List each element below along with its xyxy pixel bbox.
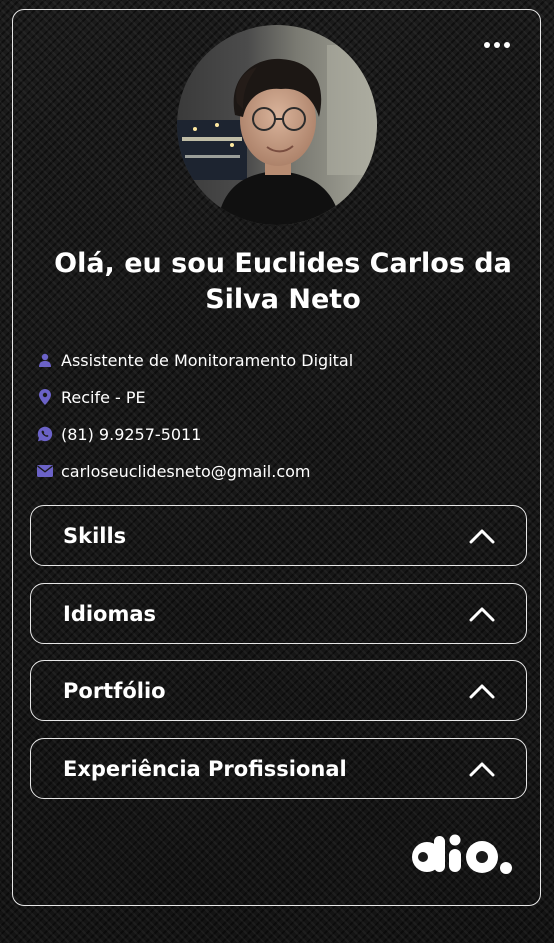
menu-dot [484,42,490,48]
chevron-up-icon [469,606,495,622]
accordion-skills[interactable]: Skills [30,505,527,566]
accordion-title: Skills [63,523,127,548]
profile-photo [177,25,377,225]
avatar [177,25,377,225]
menu-dot [494,42,500,48]
accordion-idiomas[interactable]: Idiomas [30,583,527,644]
chevron-up-icon [469,528,495,544]
page-title: Olá, eu sou Euclides Carlos da Silva Net… [54,248,512,315]
info-phone[interactable]: (81) 9.9257-5011 [37,423,201,445]
accordion-experiencia-profissional[interactable]: Experiência Profissional [30,738,527,799]
info-email[interactable]: carloseuclidesneto@gmail.com [37,460,311,482]
job-title-text: Assistente de Monitoramento Digital [61,350,354,370]
info-location: Recife - PE [37,386,146,408]
location-pin-icon [37,389,53,405]
mail-icon [37,463,53,479]
chevron-up-icon [469,683,495,699]
whatsapp-icon [37,426,53,442]
more-options-button[interactable] [477,34,517,56]
email-text: carloseuclidesneto@gmail.com [61,461,311,481]
phone-text: (81) 9.9257-5011 [61,424,202,444]
accordion-portfolio[interactable]: Portfólio [30,660,527,721]
dio-logo [409,832,513,876]
chevron-up-icon [469,761,495,777]
menu-dot [504,42,510,48]
location-text: Recife - PE [61,387,146,407]
profile-card: Olá, eu sou Euclides Carlos da Silva Net… [12,9,541,906]
user-icon [37,352,53,368]
accordion-title: Idiomas [63,601,157,626]
accordion-title: Experiência Profissional [63,756,347,781]
accordion-title: Portfólio [63,678,166,703]
info-job-title: Assistente de Monitoramento Digital [37,349,353,371]
